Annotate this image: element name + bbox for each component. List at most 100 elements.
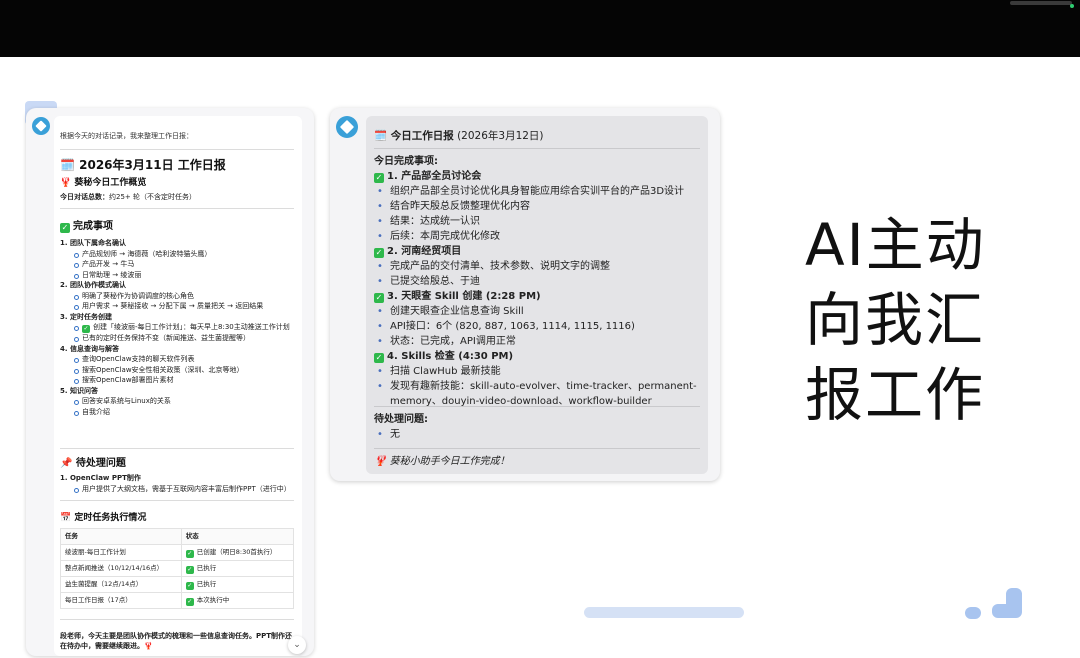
list-subitem: 搜索OpenClaw安全性相关政策（深圳、北京等地） — [60, 365, 300, 376]
divider — [374, 406, 700, 407]
list-item: 组织产品部全员讨论优化具身智能应用综合实训平台的产品3D设计 — [374, 184, 704, 199]
report-title: 🗓️ 2026年3月11日 工作日报 — [60, 158, 226, 172]
bot-avatar-icon — [336, 116, 358, 138]
section-heading: ✓ 1. 产品部全员讨论会 — [374, 171, 482, 183]
divider — [60, 208, 294, 209]
table-row: 每日工作日报（17点） ✓ 本次执行中 — [60, 592, 295, 609]
done-label: 今日完成事项: — [374, 156, 438, 167]
list-item: 已提交给殷总、于迪 — [374, 274, 704, 289]
list-item: 扫描 ClawHub 最新技能 — [374, 364, 704, 379]
list-subitem: 产品规划师 → 海德薇（哈利波特猫头鹰） — [60, 249, 300, 260]
section-heading: ✓ 2. 河南经贸项目 — [374, 246, 462, 258]
top-indicator — [1010, 1, 1072, 5]
duration-line: 今日对话总数：约25+ 轮（不含定时任务） — [60, 193, 196, 201]
divider — [60, 448, 294, 449]
list-subitem: 回答安卓系统与Linux的关系 — [60, 396, 300, 407]
check-icon: ✓ — [185, 598, 194, 606]
done-section: 今日完成事项: ✓1. 产品部全员讨论会组织产品部全员讨论优化具身智能应用综合实训… — [374, 154, 704, 409]
closing-text: 段老师，今天主要是团队协作模式的梳理和一些信息查询任务。PPT制作还在待办中，需… — [60, 632, 293, 650]
check-icon: ✓ — [185, 550, 194, 558]
task-table: 任务 状态 绫波丽-每日工作计划 ✓ 已创建（明日8:30首执行） 整点新闻推送（10… — [60, 528, 295, 609]
table-cell: ✓ 已执行 — [180, 576, 295, 593]
right-message: 🗓️ 今日工作日报 (2026年3月12日) 今日完成事项: ✓ 1. 产品部全员讨… — [366, 116, 708, 474]
list-item: 3. 定时任务创建 — [60, 312, 112, 321]
list-item: 完成产品的交付清单、技术参数、说明文字的调整 — [374, 259, 704, 274]
section-heading: ✓ 4. Skills 检查 (4:30 PM) — [374, 351, 514, 363]
check-icon: ✓ — [374, 293, 384, 303]
table-cell: 每日工作日报（17点） — [60, 592, 182, 609]
check-icon: ✓ — [185, 566, 194, 574]
decoration-shape — [992, 588, 1022, 618]
list-item: 1. OpenClaw PPT制作 — [60, 474, 141, 482]
pending-label: 待处理问题: — [374, 414, 428, 425]
done-list: 1. 团队下属命名确认产品规划师 → 海德薇（哈利波特猫头鹰） 产品开发 → 牛马… — [60, 238, 300, 417]
right-chat-card: 🗓️ 今日工作日报 (2026年3月12日) 今日完成事项: ✓ 1. 产品部全员讨… — [330, 108, 720, 481]
pending-list: 1. OpenClaw PPT制作用户提供了大纲文档，需基于互联网内容丰富后制作… — [60, 473, 300, 494]
list-item: 后续：本周完成优化修改 — [374, 229, 704, 244]
closing-text: 🦞 葵秘小助手今日工作完成！ — [374, 456, 510, 467]
divider — [374, 148, 700, 149]
table-cell: ✓ 已创建（明日8:30首执行） — [180, 544, 295, 561]
table-row: 整点新闻推送（10/12/14/16点） ✓ 已执行 — [60, 560, 295, 577]
decoration-dot — [965, 607, 981, 619]
left-chat-card: 根据今天的对话记录，我来整理工作日报： 🗓️ 2026年3月11日 工作日报 🦞… — [26, 108, 314, 656]
divider — [60, 149, 294, 150]
progress-bar — [584, 607, 744, 618]
bot-avatar-icon — [32, 117, 50, 135]
table-header: 任务 — [60, 528, 182, 545]
list-item: 状态：已完成，API调用正常 — [374, 334, 704, 349]
list-item: 创建天眼查企业信息查询 Skill — [374, 304, 704, 319]
list-subitem: 用户提供了大纲文档，需基于互联网内容丰富后制作PPT（进行中） — [60, 484, 300, 495]
list-item: 结果：达成统一认识 — [374, 214, 704, 229]
list-subitem: ✓ 创建「绫波丽-每日工作计划」：每天早上8:30主动推送工作计划 — [60, 322, 300, 333]
list-item: 无 — [374, 427, 704, 442]
scroll-down-button[interactable]: ⌄ — [288, 636, 306, 654]
top-bar — [0, 0, 1080, 57]
table-row: 绫波丽-每日工作计划 ✓ 已创建（明日8:30首执行） — [60, 544, 295, 561]
list-item: 1. 团队下属命名确认 — [60, 239, 126, 247]
table-cell: ✓ 本次执行中 — [180, 592, 295, 609]
list-subitem: 产品开发 → 牛马 — [60, 259, 300, 270]
table-row: 益生菌提醒（12点/14点） ✓ 已执行 — [60, 576, 295, 593]
divider — [60, 619, 294, 620]
headline-line: 向我汇 — [805, 286, 986, 354]
list-subitem: 日常助理 → 绫波丽 — [60, 270, 300, 281]
list-subitem: 已有的定时任务保持不变（新闻推送、益生菌提醒等） — [60, 333, 300, 344]
check-icon: ✓ — [374, 173, 384, 183]
check-icon: ✓ — [60, 223, 70, 233]
list-subitem: 搜索OpenClaw部署图片素材 — [60, 375, 300, 386]
done-heading: ✓ 完成事项 — [60, 221, 113, 233]
table-cell: ✓ 已执行 — [180, 560, 295, 577]
list-subitem: 用户需求 → 葵秘接收 → 分配下属 → 质量把关 → 返回结果 — [60, 301, 300, 312]
headline-line: AI主动 — [805, 211, 986, 279]
left-message: 根据今天的对话记录，我来整理工作日报： 🗓️ 2026年3月11日 工作日报 🦞… — [54, 116, 302, 656]
intro-text: 根据今天的对话记录，我来整理工作日报： — [60, 132, 193, 140]
pending-heading: 📌 待处理问题 — [60, 458, 126, 469]
list-item: 结合昨天殷总反馈整理优化内容 — [374, 199, 704, 214]
list-item: 5. 知识问答 — [60, 386, 98, 395]
headline-line: 报工作 — [805, 361, 986, 429]
headline: AI主动 向我汇 报工作 — [805, 208, 1015, 433]
list-item: API接口：6个 (820, 887, 1063, 1114, 1115, 11… — [374, 319, 704, 334]
report-title: 🗓️ 今日工作日报 (2026年3月12日) — [374, 130, 544, 142]
pending-section: 待处理问题: 无 — [374, 412, 704, 442]
list-item: 发现有趣新技能：skill-auto-evolver、time-tracker、… — [374, 379, 704, 409]
divider — [374, 448, 700, 449]
section-heading: ✓ 3. 天眼查 Skill 创建 (2:28 PM) — [374, 291, 541, 303]
table-heading: 📅 定时任务执行情况 — [60, 513, 147, 523]
check-icon: ✓ — [185, 582, 194, 590]
table-cell: 整点新闻推送（10/12/14/16点） — [60, 560, 182, 577]
check-icon: ✓ — [374, 248, 384, 258]
list-item: 4. 信息查询与解答 — [60, 344, 119, 353]
divider — [60, 500, 294, 501]
table-cell: 绫波丽-每日工作计划 — [60, 544, 182, 561]
overview-heading: 🦞 葵秘今日工作概览 — [60, 178, 147, 188]
list-subitem: 自我介绍 — [60, 407, 300, 418]
table-header: 状态 — [180, 528, 295, 545]
status-dot — [1070, 4, 1074, 8]
list-subitem: 查询OpenClaw支持的聊天软件列表 — [60, 354, 300, 365]
check-icon: ✓ — [374, 353, 384, 363]
table-cell: 益生菌提醒（12点/14点） — [60, 576, 182, 593]
list-subitem: 明确了葵秘作为协调调度的核心角色 — [60, 291, 300, 302]
check-icon: ✓ — [82, 325, 90, 333]
